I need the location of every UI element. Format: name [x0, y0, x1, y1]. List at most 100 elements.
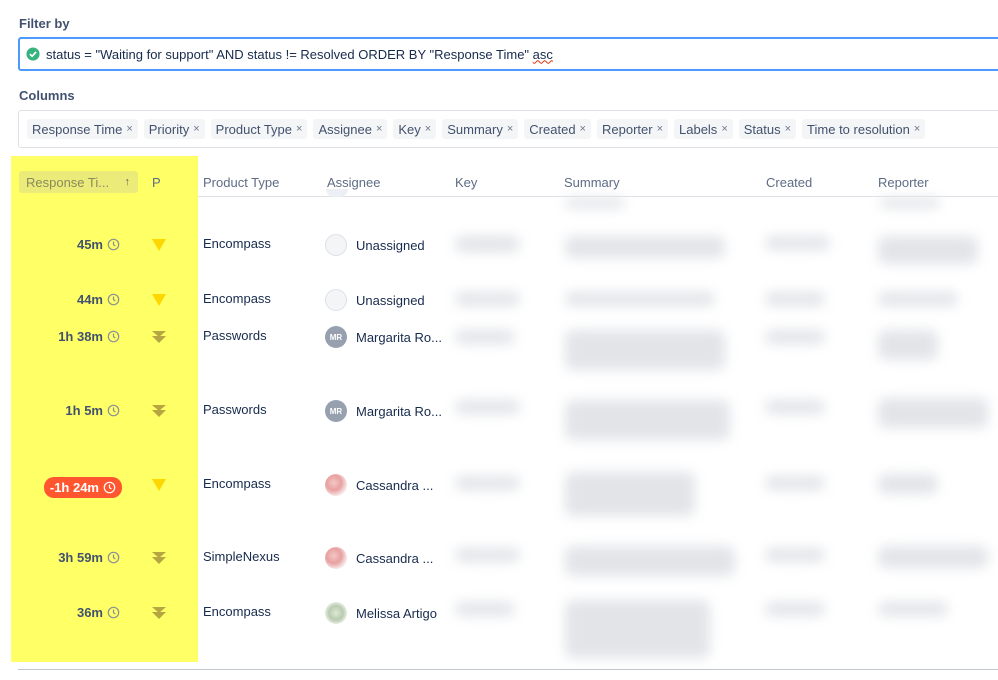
redacted-cell [565, 292, 715, 306]
assignee-name: Margarita Ro... [356, 329, 442, 345]
remove-icon[interactable]: × [785, 123, 791, 135]
column-chip[interactable]: Time to resolution × [802, 119, 926, 139]
remove-icon[interactable]: × [657, 123, 663, 135]
remove-icon[interactable]: × [376, 123, 382, 135]
remove-icon[interactable]: × [507, 123, 513, 135]
response-time-cell: 36m [10, 605, 120, 620]
response-time-value: 1h 5m [65, 403, 103, 418]
priority-lowest-icon [151, 551, 167, 565]
redacted-cell [878, 546, 988, 568]
assignee-name: Cassandra ... [356, 477, 434, 493]
avatar-icon [325, 289, 347, 311]
column-chip-label: Assignee [318, 121, 372, 137]
remove-icon[interactable]: × [193, 123, 199, 135]
redacted-cell [878, 292, 958, 306]
response-time-value: 3h 59m [58, 550, 103, 565]
header-divider [198, 196, 998, 197]
assignee-cell[interactable]: Cassandra ... [325, 547, 433, 569]
assignee-name: Margarita Ro... [356, 403, 442, 419]
redacted-cell [565, 330, 725, 370]
column-chip[interactable]: Status × [738, 119, 797, 139]
product-type-cell: Encompass [203, 604, 271, 619]
header-response-time-label: Response Ti... [26, 174, 110, 190]
assignee-name: Unassigned [356, 237, 425, 253]
header-summary[interactable]: Summary [564, 175, 620, 190]
avatar-icon: MR [325, 400, 347, 422]
redacted-cell [878, 330, 938, 360]
columns-selector[interactable]: Response Time × Priority × Product Type × Assi… [18, 110, 998, 148]
remove-icon[interactable]: × [914, 123, 920, 135]
filter-query-input[interactable]: status = "Waiting for support" AND statu… [18, 37, 998, 71]
redacted-cell [765, 236, 830, 250]
avatar-icon [325, 547, 347, 569]
assignee-name: Cassandra ... [356, 550, 434, 566]
column-chip-label: Summary [447, 121, 503, 137]
column-chip[interactable]: Created × [524, 119, 591, 139]
avatar-icon [325, 474, 347, 496]
column-chip[interactable]: Reporter × [596, 119, 668, 139]
priority-lowest-icon [151, 606, 167, 620]
remove-icon[interactable]: × [296, 123, 302, 135]
redacted-cell [455, 236, 520, 252]
avatar-icon: MR [325, 326, 347, 348]
column-chip-label: Created [529, 121, 576, 137]
query-text: status = "Waiting for support" AND statu… [46, 46, 533, 62]
column-chip[interactable]: Product Type × [210, 119, 308, 139]
assignee-cell[interactable]: Melissa Artigo [325, 602, 437, 624]
column-chip[interactable]: Key × [393, 119, 437, 139]
clock-icon [107, 606, 120, 619]
avatar-initials: MR [329, 332, 343, 342]
column-chip[interactable]: Response Time × [27, 119, 138, 139]
clock-icon [107, 551, 120, 564]
assignee-cell[interactable]: Cassandra ... [325, 474, 433, 496]
response-time-cell: 44m [10, 292, 120, 307]
redacted-cell [455, 292, 520, 306]
assignee-name: Melissa Artigo [356, 605, 437, 621]
avatar-initials: MR [329, 406, 343, 416]
redacted-cell [880, 198, 940, 208]
column-chip-label: Response Time [32, 121, 123, 137]
remove-icon[interactable]: × [425, 123, 431, 135]
column-chip[interactable]: Labels × [674, 119, 733, 139]
header-product-type[interactable]: Product Type [203, 175, 279, 190]
redacted-cell [765, 400, 825, 414]
sort-ascending-icon: ↑ [124, 176, 131, 188]
redacted-cell [455, 476, 520, 490]
column-chip[interactable]: Priority × [143, 119, 205, 139]
redacted-cell [565, 198, 625, 208]
response-time-cell: 45m [10, 237, 120, 252]
header-reporter[interactable]: Reporter [878, 175, 929, 190]
header-priority[interactable]: P [152, 175, 161, 190]
clock-icon [107, 404, 120, 417]
redacted-cell [565, 400, 730, 440]
assignee-cell[interactable]: MR Margarita Ro... [325, 400, 442, 422]
assignee-cell[interactable]: Unassigned [325, 289, 425, 311]
sla-breach-badge: -1h 24m [43, 477, 122, 498]
remove-icon[interactable]: × [721, 123, 727, 135]
assignee-cell[interactable]: Unassigned [325, 234, 425, 256]
assignee-cell[interactable]: MR Margarita Ro... [325, 326, 442, 348]
header-key[interactable]: Key [455, 175, 477, 190]
remove-icon[interactable]: × [126, 123, 132, 135]
response-time-cell: 1h 5m [10, 403, 120, 418]
filter-label: Filter by [19, 16, 70, 31]
response-time-value: 45m [76, 237, 103, 252]
check-circle-icon [26, 47, 40, 61]
redacted-cell [765, 476, 825, 490]
header-response-time[interactable]: Response Ti... ↑ [19, 171, 138, 193]
response-time-cell: 3h 59m [10, 550, 120, 565]
avatar-icon [325, 234, 347, 256]
header-assignee[interactable]: Assignee [327, 175, 380, 190]
redacted-cell [878, 398, 988, 428]
column-chip-label: Priority [148, 121, 190, 137]
product-type-cell: Passwords [203, 328, 267, 343]
column-chip[interactable]: Summary × [442, 119, 519, 139]
redacted-cell [455, 400, 520, 414]
redacted-cell [565, 546, 735, 576]
clock-icon [103, 481, 116, 494]
remove-icon[interactable]: × [580, 123, 586, 135]
column-chip[interactable]: Assignee × [313, 119, 388, 139]
header-created[interactable]: Created [766, 175, 812, 190]
response-time-value: 44m [76, 292, 103, 307]
priority-lowest-icon [151, 404, 167, 418]
